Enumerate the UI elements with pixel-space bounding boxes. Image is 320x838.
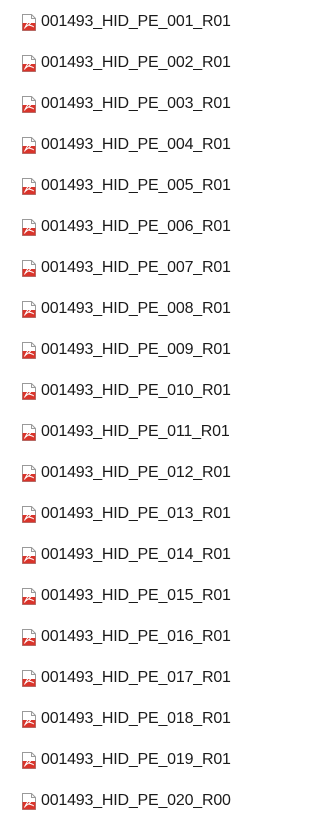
file-name: 001493_HID_PE_004_R01 xyxy=(41,136,231,153)
pdf-file-icon xyxy=(22,465,36,482)
file-name: 001493_HID_PE_003_R01 xyxy=(41,95,231,112)
file-row[interactable]: 001493_HID_PE_007_R01 xyxy=(0,257,307,298)
file-row[interactable]: 001493_HID_PE_010_R01 xyxy=(0,380,307,421)
file-row[interactable]: 001493_HID_PE_013_R01 xyxy=(0,503,307,544)
pdf-file-icon xyxy=(22,14,36,31)
pdf-file-icon xyxy=(22,547,36,564)
file-name: 001493_HID_PE_013_R01 xyxy=(41,505,231,522)
file-row[interactable]: 001493_HID_PE_008_R01 xyxy=(0,298,307,339)
file-row[interactable]: 001493_HID_PE_016_R01 xyxy=(0,626,307,667)
file-row[interactable]: 001493_HID_PE_020_R00 xyxy=(0,790,307,831)
file-row[interactable]: 001493_HID_PE_001_R01 xyxy=(0,11,307,52)
file-name: 001493_HID_PE_015_R01 xyxy=(41,587,231,604)
pdf-file-icon xyxy=(22,219,36,236)
file-row[interactable]: 001493_HID_PE_009_R01 xyxy=(0,339,307,380)
pdf-file-icon xyxy=(22,383,36,400)
file-name: 001493_HID_PE_017_R01 xyxy=(41,669,231,686)
pdf-file-icon xyxy=(22,506,36,523)
pdf-file-icon xyxy=(22,752,36,769)
pdf-file-icon xyxy=(22,301,36,318)
pdf-file-icon xyxy=(22,629,36,646)
file-name: 001493_HID_PE_007_R01 xyxy=(41,259,231,276)
file-name: 001493_HID_PE_018_R01 xyxy=(41,710,231,727)
file-list: 001493_HID_PE_001_R01 001493_HID_PE_002_… xyxy=(0,11,307,831)
file-row[interactable]: 001493_HID_PE_003_R01 xyxy=(0,93,307,134)
file-row[interactable]: 001493_HID_PE_015_R01 xyxy=(0,585,307,626)
file-row[interactable]: 001493_HID_PE_014_R01 xyxy=(0,544,307,585)
file-name: 001493_HID_PE_014_R01 xyxy=(41,546,231,563)
file-row[interactable]: 001493_HID_PE_011_R01 xyxy=(0,421,307,462)
file-row[interactable]: 001493_HID_PE_018_R01 xyxy=(0,708,307,749)
file-name: 001493_HID_PE_006_R01 xyxy=(41,218,231,235)
pdf-file-icon xyxy=(22,137,36,154)
pdf-file-icon xyxy=(22,342,36,359)
pdf-file-icon xyxy=(22,711,36,728)
file-name: 001493_HID_PE_019_R01 xyxy=(41,751,231,768)
file-row[interactable]: 001493_HID_PE_019_R01 xyxy=(0,749,307,790)
file-name: 001493_HID_PE_011_R01 xyxy=(41,423,230,440)
file-name: 001493_HID_PE_010_R01 xyxy=(41,382,231,399)
pdf-file-icon xyxy=(22,588,36,605)
pdf-file-icon xyxy=(22,260,36,277)
pdf-file-icon xyxy=(22,178,36,195)
file-name: 001493_HID_PE_005_R01 xyxy=(41,177,231,194)
file-name: 001493_HID_PE_020_R00 xyxy=(41,792,231,809)
file-row[interactable]: 001493_HID_PE_017_R01 xyxy=(0,667,307,708)
file-row[interactable]: 001493_HID_PE_012_R01 xyxy=(0,462,307,503)
file-name: 001493_HID_PE_012_R01 xyxy=(41,464,231,481)
file-row[interactable]: 001493_HID_PE_005_R01 xyxy=(0,175,307,216)
pdf-file-icon xyxy=(22,793,36,810)
file-name: 001493_HID_PE_016_R01 xyxy=(41,628,231,645)
pdf-file-icon xyxy=(22,55,36,72)
pdf-file-icon xyxy=(22,670,36,687)
pdf-file-icon xyxy=(22,96,36,113)
file-name: 001493_HID_PE_002_R01 xyxy=(41,54,231,71)
file-row[interactable]: 001493_HID_PE_004_R01 xyxy=(0,134,307,175)
file-name: 001493_HID_PE_001_R01 xyxy=(41,13,231,30)
file-row[interactable]: 001493_HID_PE_002_R01 xyxy=(0,52,307,93)
file-row[interactable]: 001493_HID_PE_006_R01 xyxy=(0,216,307,257)
pdf-file-icon xyxy=(22,424,36,441)
file-name: 001493_HID_PE_009_R01 xyxy=(41,341,231,358)
file-name: 001493_HID_PE_008_R01 xyxy=(41,300,231,317)
